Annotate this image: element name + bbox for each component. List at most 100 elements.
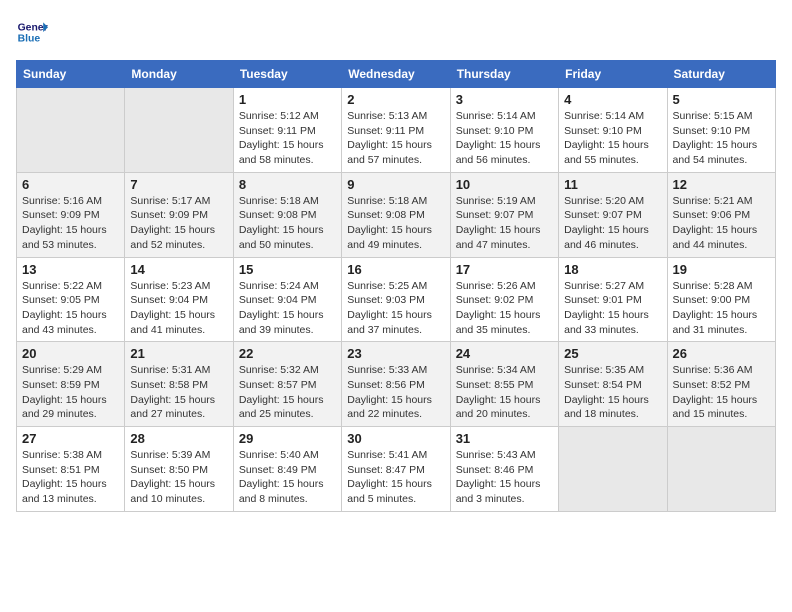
day-number: 31 bbox=[456, 431, 553, 446]
calendar-cell: 24 Sunrise: 5:34 AMSunset: 8:55 PMDaylig… bbox=[450, 342, 558, 427]
day-number: 30 bbox=[347, 431, 444, 446]
day-info: Sunrise: 5:40 AMSunset: 8:49 PMDaylight:… bbox=[239, 449, 324, 505]
day-header-thursday: Thursday bbox=[450, 61, 558, 88]
day-info: Sunrise: 5:18 AMSunset: 9:08 PMDaylight:… bbox=[347, 195, 432, 251]
calendar-cell: 22 Sunrise: 5:32 AMSunset: 8:57 PMDaylig… bbox=[233, 342, 341, 427]
day-number: 10 bbox=[456, 177, 553, 192]
day-number: 23 bbox=[347, 346, 444, 361]
calendar-table: SundayMondayTuesdayWednesdayThursdayFrid… bbox=[16, 60, 776, 512]
calendar-cell: 21 Sunrise: 5:31 AMSunset: 8:58 PMDaylig… bbox=[125, 342, 233, 427]
calendar-cell: 16 Sunrise: 5:25 AMSunset: 9:03 PMDaylig… bbox=[342, 257, 450, 342]
logo-icon: General Blue bbox=[16, 16, 48, 48]
calendar-cell: 6 Sunrise: 5:16 AMSunset: 9:09 PMDayligh… bbox=[17, 172, 125, 257]
day-info: Sunrise: 5:12 AMSunset: 9:11 PMDaylight:… bbox=[239, 110, 324, 166]
day-info: Sunrise: 5:14 AMSunset: 9:10 PMDaylight:… bbox=[564, 110, 649, 166]
day-number: 28 bbox=[130, 431, 227, 446]
day-header-friday: Friday bbox=[559, 61, 667, 88]
calendar-week-row: 13 Sunrise: 5:22 AMSunset: 9:05 PMDaylig… bbox=[17, 257, 776, 342]
day-header-sunday: Sunday bbox=[17, 61, 125, 88]
calendar-cell: 11 Sunrise: 5:20 AMSunset: 9:07 PMDaylig… bbox=[559, 172, 667, 257]
calendar-cell: 26 Sunrise: 5:36 AMSunset: 8:52 PMDaylig… bbox=[667, 342, 775, 427]
calendar-week-row: 20 Sunrise: 5:29 AMSunset: 8:59 PMDaylig… bbox=[17, 342, 776, 427]
day-number: 25 bbox=[564, 346, 661, 361]
calendar-header-row: SundayMondayTuesdayWednesdayThursdayFrid… bbox=[17, 61, 776, 88]
day-info: Sunrise: 5:19 AMSunset: 9:07 PMDaylight:… bbox=[456, 195, 541, 251]
day-number: 13 bbox=[22, 262, 119, 277]
day-header-monday: Monday bbox=[125, 61, 233, 88]
calendar-cell: 17 Sunrise: 5:26 AMSunset: 9:02 PMDaylig… bbox=[450, 257, 558, 342]
day-info: Sunrise: 5:36 AMSunset: 8:52 PMDaylight:… bbox=[673, 364, 758, 420]
calendar-cell: 23 Sunrise: 5:33 AMSunset: 8:56 PMDaylig… bbox=[342, 342, 450, 427]
day-info: Sunrise: 5:22 AMSunset: 9:05 PMDaylight:… bbox=[22, 280, 107, 336]
calendar-cell: 9 Sunrise: 5:18 AMSunset: 9:08 PMDayligh… bbox=[342, 172, 450, 257]
day-info: Sunrise: 5:15 AMSunset: 9:10 PMDaylight:… bbox=[673, 110, 758, 166]
calendar-cell: 2 Sunrise: 5:13 AMSunset: 9:11 PMDayligh… bbox=[342, 88, 450, 173]
day-number: 18 bbox=[564, 262, 661, 277]
day-header-tuesday: Tuesday bbox=[233, 61, 341, 88]
day-info: Sunrise: 5:43 AMSunset: 8:46 PMDaylight:… bbox=[456, 449, 541, 505]
page-header: General Blue bbox=[16, 16, 776, 48]
calendar-week-row: 1 Sunrise: 5:12 AMSunset: 9:11 PMDayligh… bbox=[17, 88, 776, 173]
day-info: Sunrise: 5:28 AMSunset: 9:00 PMDaylight:… bbox=[673, 280, 758, 336]
calendar-cell: 25 Sunrise: 5:35 AMSunset: 8:54 PMDaylig… bbox=[559, 342, 667, 427]
calendar-cell: 4 Sunrise: 5:14 AMSunset: 9:10 PMDayligh… bbox=[559, 88, 667, 173]
day-info: Sunrise: 5:18 AMSunset: 9:08 PMDaylight:… bbox=[239, 195, 324, 251]
day-header-wednesday: Wednesday bbox=[342, 61, 450, 88]
day-number: 21 bbox=[130, 346, 227, 361]
day-info: Sunrise: 5:13 AMSunset: 9:11 PMDaylight:… bbox=[347, 110, 432, 166]
calendar-week-row: 27 Sunrise: 5:38 AMSunset: 8:51 PMDaylig… bbox=[17, 427, 776, 512]
day-number: 24 bbox=[456, 346, 553, 361]
svg-text:Blue: Blue bbox=[18, 34, 41, 45]
day-number: 1 bbox=[239, 92, 336, 107]
day-number: 3 bbox=[456, 92, 553, 107]
day-number: 14 bbox=[130, 262, 227, 277]
day-header-saturday: Saturday bbox=[667, 61, 775, 88]
calendar-cell bbox=[559, 427, 667, 512]
calendar-cell: 12 Sunrise: 5:21 AMSunset: 9:06 PMDaylig… bbox=[667, 172, 775, 257]
day-info: Sunrise: 5:20 AMSunset: 9:07 PMDaylight:… bbox=[564, 195, 649, 251]
calendar-cell: 31 Sunrise: 5:43 AMSunset: 8:46 PMDaylig… bbox=[450, 427, 558, 512]
calendar-cell: 8 Sunrise: 5:18 AMSunset: 9:08 PMDayligh… bbox=[233, 172, 341, 257]
day-number: 22 bbox=[239, 346, 336, 361]
day-info: Sunrise: 5:23 AMSunset: 9:04 PMDaylight:… bbox=[130, 280, 215, 336]
logo: General Blue bbox=[16, 16, 48, 48]
day-number: 9 bbox=[347, 177, 444, 192]
day-number: 19 bbox=[673, 262, 770, 277]
day-info: Sunrise: 5:25 AMSunset: 9:03 PMDaylight:… bbox=[347, 280, 432, 336]
day-number: 8 bbox=[239, 177, 336, 192]
day-info: Sunrise: 5:31 AMSunset: 8:58 PMDaylight:… bbox=[130, 364, 215, 420]
calendar-cell bbox=[125, 88, 233, 173]
day-info: Sunrise: 5:41 AMSunset: 8:47 PMDaylight:… bbox=[347, 449, 432, 505]
day-info: Sunrise: 5:17 AMSunset: 9:09 PMDaylight:… bbox=[130, 195, 215, 251]
calendar-week-row: 6 Sunrise: 5:16 AMSunset: 9:09 PMDayligh… bbox=[17, 172, 776, 257]
day-info: Sunrise: 5:16 AMSunset: 9:09 PMDaylight:… bbox=[22, 195, 107, 251]
day-number: 15 bbox=[239, 262, 336, 277]
day-info: Sunrise: 5:21 AMSunset: 9:06 PMDaylight:… bbox=[673, 195, 758, 251]
day-number: 2 bbox=[347, 92, 444, 107]
day-info: Sunrise: 5:33 AMSunset: 8:56 PMDaylight:… bbox=[347, 364, 432, 420]
day-info: Sunrise: 5:29 AMSunset: 8:59 PMDaylight:… bbox=[22, 364, 107, 420]
calendar-cell: 3 Sunrise: 5:14 AMSunset: 9:10 PMDayligh… bbox=[450, 88, 558, 173]
day-info: Sunrise: 5:14 AMSunset: 9:10 PMDaylight:… bbox=[456, 110, 541, 166]
calendar-cell: 20 Sunrise: 5:29 AMSunset: 8:59 PMDaylig… bbox=[17, 342, 125, 427]
day-info: Sunrise: 5:34 AMSunset: 8:55 PMDaylight:… bbox=[456, 364, 541, 420]
day-number: 6 bbox=[22, 177, 119, 192]
calendar-cell bbox=[17, 88, 125, 173]
calendar-cell: 5 Sunrise: 5:15 AMSunset: 9:10 PMDayligh… bbox=[667, 88, 775, 173]
day-number: 12 bbox=[673, 177, 770, 192]
calendar-cell bbox=[667, 427, 775, 512]
day-info: Sunrise: 5:39 AMSunset: 8:50 PMDaylight:… bbox=[130, 449, 215, 505]
calendar-cell: 19 Sunrise: 5:28 AMSunset: 9:00 PMDaylig… bbox=[667, 257, 775, 342]
day-number: 16 bbox=[347, 262, 444, 277]
day-number: 5 bbox=[673, 92, 770, 107]
calendar-cell: 27 Sunrise: 5:38 AMSunset: 8:51 PMDaylig… bbox=[17, 427, 125, 512]
calendar-cell: 13 Sunrise: 5:22 AMSunset: 9:05 PMDaylig… bbox=[17, 257, 125, 342]
day-number: 29 bbox=[239, 431, 336, 446]
calendar-cell: 7 Sunrise: 5:17 AMSunset: 9:09 PMDayligh… bbox=[125, 172, 233, 257]
day-number: 17 bbox=[456, 262, 553, 277]
calendar-cell: 30 Sunrise: 5:41 AMSunset: 8:47 PMDaylig… bbox=[342, 427, 450, 512]
day-number: 26 bbox=[673, 346, 770, 361]
day-number: 27 bbox=[22, 431, 119, 446]
calendar-cell: 29 Sunrise: 5:40 AMSunset: 8:49 PMDaylig… bbox=[233, 427, 341, 512]
day-info: Sunrise: 5:26 AMSunset: 9:02 PMDaylight:… bbox=[456, 280, 541, 336]
